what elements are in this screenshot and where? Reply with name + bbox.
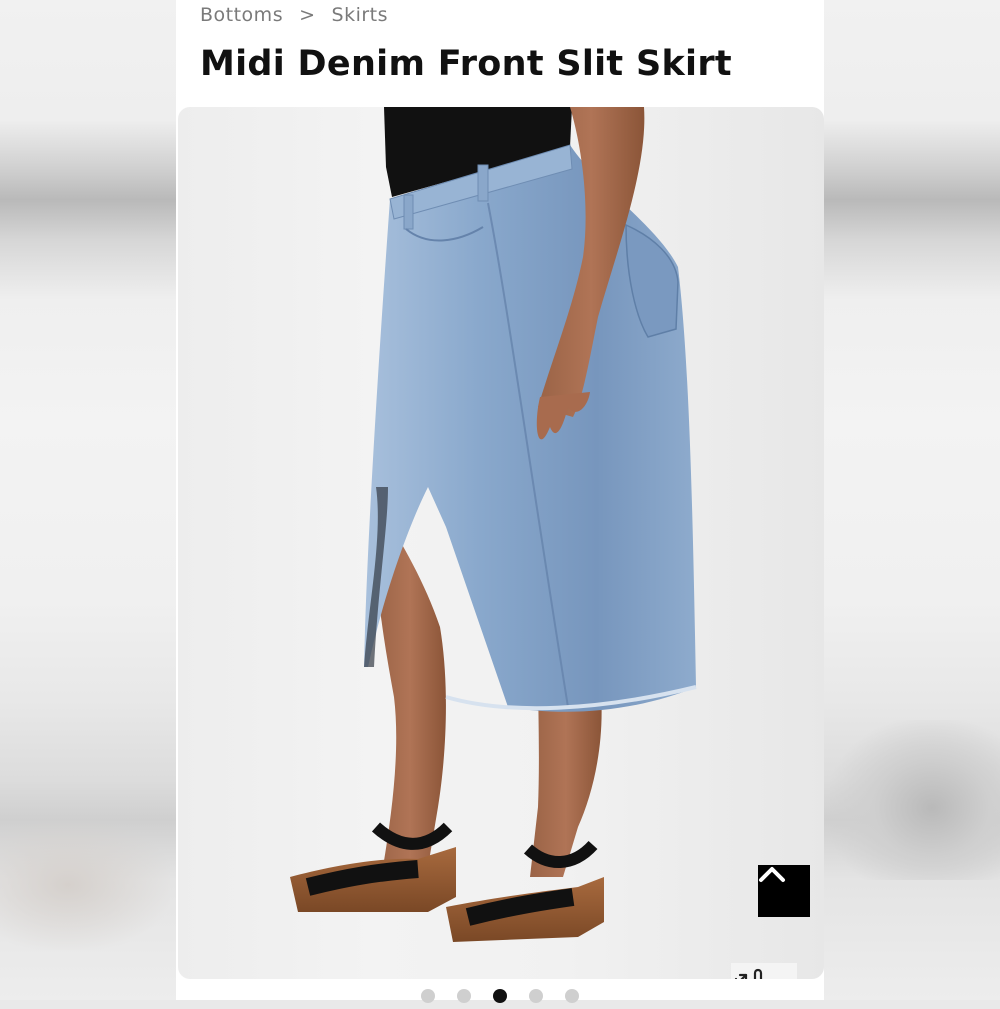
- pinch-zoom-hand-icon: [734, 968, 763, 979]
- breadcrumb-separator: >: [299, 4, 316, 26]
- gallery-dot-1[interactable]: [421, 989, 435, 1003]
- product-title: Midi Denim Front Slit Skirt: [200, 44, 732, 84]
- product-page: Bottoms > Skirts Midi Denim Front Slit S…: [176, 0, 824, 1003]
- product-image-gallery[interactable]: [178, 107, 824, 979]
- gallery-dot-2[interactable]: [457, 989, 471, 1003]
- breadcrumb: Bottoms > Skirts: [200, 2, 388, 28]
- sandal-back: [446, 840, 604, 942]
- backdrop-blur-left: [0, 820, 170, 950]
- product-photo: [290, 107, 697, 942]
- backdrop-blur-right: [830, 720, 1000, 880]
- gallery-dot-3[interactable]: [493, 989, 507, 1003]
- chevron-up-icon: [759, 867, 785, 882]
- gallery-dot-5[interactable]: [565, 989, 579, 1003]
- zoom-hint[interactable]: [731, 963, 797, 979]
- sandal-front: [290, 822, 456, 912]
- breadcrumb-skirts[interactable]: Skirts: [332, 4, 389, 26]
- gallery-dot-4[interactable]: [529, 989, 543, 1003]
- scroll-to-top-button[interactable]: [758, 865, 810, 917]
- gallery-pagination: [176, 989, 824, 1009]
- breadcrumb-bottoms[interactable]: Bottoms: [200, 4, 283, 26]
